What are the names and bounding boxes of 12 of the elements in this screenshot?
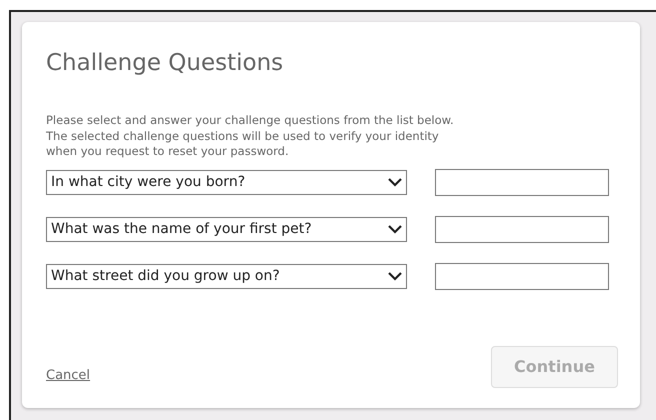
chevron-down-icon bbox=[388, 271, 402, 281]
chevron-down-icon bbox=[388, 177, 402, 187]
answer-field[interactable] bbox=[435, 168, 609, 196]
question-dropdown[interactable]: In what city were you born? bbox=[46, 170, 407, 194]
question-dropdown[interactable]: What street did you grow up on? bbox=[46, 264, 407, 288]
chevron-down-icon bbox=[388, 224, 402, 234]
cancel-link[interactable]: Cancel bbox=[46, 366, 90, 385]
dialog-title: Challenge Questions bbox=[46, 49, 284, 78]
answer-field[interactable] bbox=[435, 262, 609, 290]
question-dropdown[interactable]: What was the name of your first pet? bbox=[46, 216, 407, 242]
instructions-text: Please select and answer your challenge questions from the list below. The selected challenge questions will be used to verify your identity when you request to reset your password. bbox=[46, 113, 455, 160]
answer-field[interactable] bbox=[435, 216, 609, 242]
